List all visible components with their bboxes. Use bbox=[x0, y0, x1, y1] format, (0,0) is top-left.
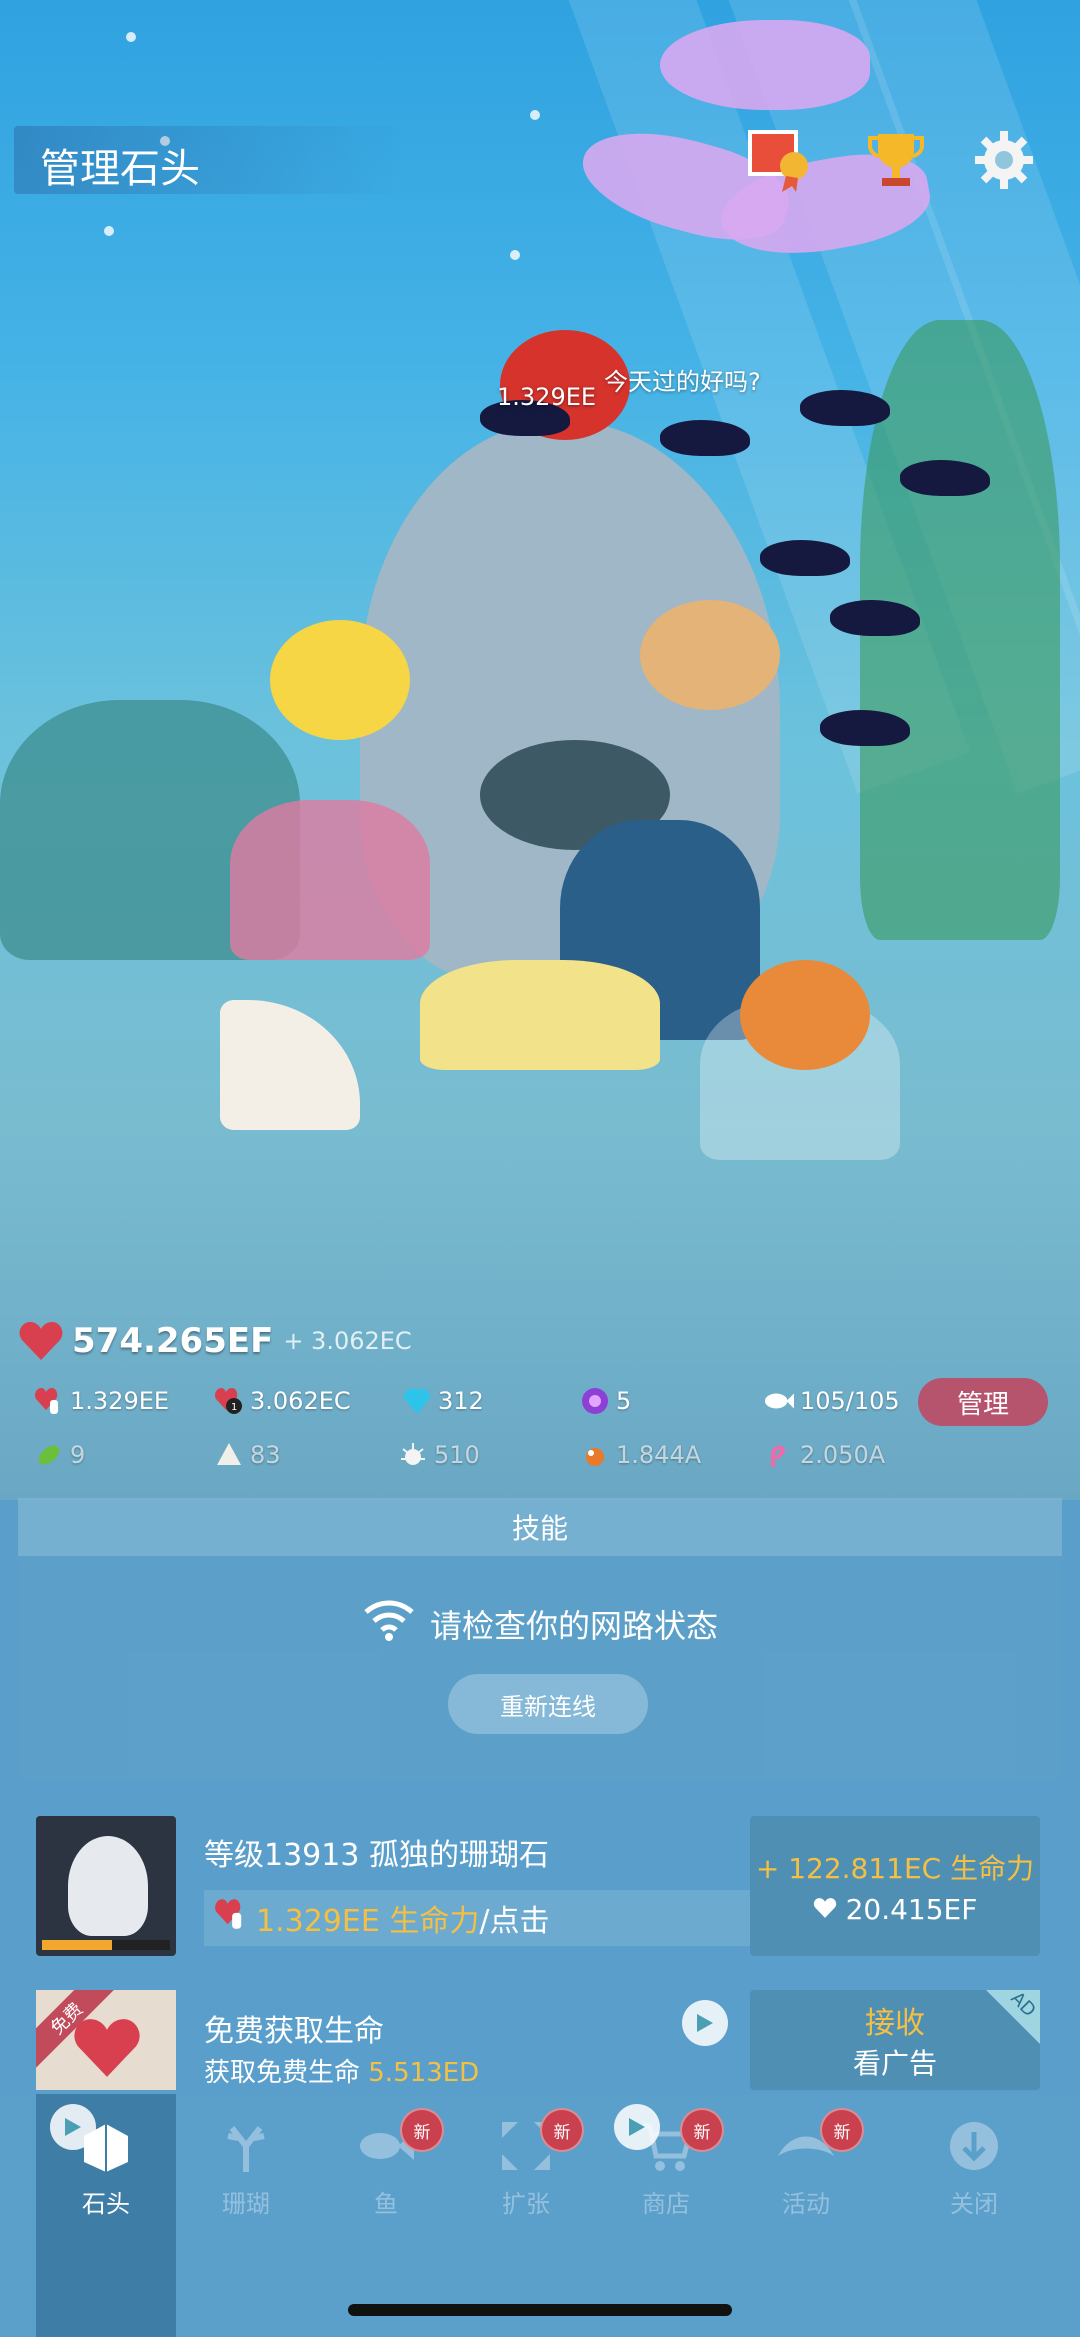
orca-fish bbox=[660, 420, 750, 456]
floating-tap-value: 1.329EE bbox=[497, 383, 597, 411]
shell-icon bbox=[214, 1440, 244, 1470]
free-life-subtitle: 获取免费生命 5.513ED bbox=[204, 2058, 480, 2088]
heart-tap-icon bbox=[34, 1386, 64, 1416]
vitality-total: 574.265EF + 3.062EC bbox=[18, 1320, 412, 1362]
urchin-icon bbox=[398, 1440, 428, 1470]
whale-decoration bbox=[660, 20, 870, 110]
header-bar: 管理石头 bbox=[14, 126, 404, 194]
diamond-icon bbox=[402, 1386, 432, 1416]
orca-fish bbox=[820, 710, 910, 746]
stats-row-secondary: 9 83 510 1.844A 2.050A bbox=[0, 1436, 1080, 1480]
watch-ad-button[interactable]: 接收 看广告 AD bbox=[750, 1988, 1040, 2090]
fish-photo-badge-icon[interactable] bbox=[744, 124, 816, 196]
rock-upgrade-card: 等级13913 孤独的珊瑚石 1.329EE 生命力/点击 + 122.811E… bbox=[36, 1816, 1044, 1958]
vitality-rate: + 3.062EC bbox=[283, 1327, 412, 1355]
new-badge: 新 bbox=[400, 2108, 444, 2152]
manage-fish-button[interactable]: 管理 bbox=[918, 1378, 1048, 1426]
flamingo-stat: 2.050A bbox=[764, 1440, 885, 1470]
new-badge: 新 bbox=[680, 2108, 724, 2152]
orca-fish bbox=[830, 600, 920, 636]
wifi-icon bbox=[362, 1598, 416, 1650]
close-down-icon bbox=[942, 2114, 1006, 2178]
fish-count-stat: 105/105 bbox=[764, 1386, 900, 1416]
urchin-stat: 510 bbox=[398, 1440, 480, 1470]
level-progress-bar bbox=[42, 1940, 170, 1950]
upgrade-gain: + 122.811EC 生命力 bbox=[755, 1851, 1035, 1885]
rock-level-title: 等级13913 孤独的珊瑚石 bbox=[204, 1838, 549, 1873]
gem-stat: 312 bbox=[402, 1386, 484, 1416]
nav-item-coral[interactable]: 珊瑚 bbox=[186, 2114, 306, 2234]
tap-vitality-stat: 1.329EE bbox=[34, 1386, 169, 1416]
upgrade-rock-button[interactable]: + 122.811EC 生命力 20.415EF bbox=[750, 1816, 1040, 1956]
crab-stat: 1.844A bbox=[580, 1440, 701, 1470]
rock-avatar bbox=[36, 1816, 176, 1956]
play-video-icon[interactable] bbox=[50, 2104, 96, 2150]
seaweed-stat: 9 bbox=[34, 1440, 85, 1470]
skill-panel: 技能 请检查你的网路状态 重新连线 bbox=[18, 1498, 1062, 1780]
purple-orb-icon bbox=[580, 1386, 610, 1416]
pineapple-decoration bbox=[740, 960, 870, 1070]
skill-tab[interactable]: 技能 bbox=[18, 1498, 1062, 1556]
flower-decoration bbox=[270, 620, 410, 740]
shell-stat: 83 bbox=[214, 1440, 281, 1470]
coral-cluster bbox=[230, 800, 430, 960]
vitality-total-value: 574.265EF bbox=[72, 1321, 274, 1361]
free-life-thumbnail: 免费 bbox=[36, 1990, 176, 2090]
orca-fish bbox=[900, 460, 990, 496]
sailboat-decoration bbox=[220, 1000, 360, 1130]
seaweed-icon bbox=[34, 1440, 64, 1470]
rock-tap-vitality: 1.329EE 生命力/点击 bbox=[204, 1890, 774, 1946]
svg-text:1: 1 bbox=[231, 1402, 237, 1413]
gear-icon[interactable] bbox=[968, 124, 1040, 196]
fish-icon bbox=[764, 1386, 794, 1416]
home-indicator[interactable] bbox=[348, 2304, 732, 2316]
play-video-icon[interactable] bbox=[614, 2104, 660, 2150]
heart-icon bbox=[19, 1322, 63, 1360]
play-video-icon[interactable] bbox=[682, 2000, 728, 2046]
heart-icon bbox=[74, 2019, 140, 2077]
free-life-card: 免费 免费获取生命 获取免费生命 5.513ED 接收 看广告 AD bbox=[36, 1988, 1044, 2090]
heart-tap-icon bbox=[214, 1897, 248, 1939]
per-second-stat: 1 3.062EC bbox=[214, 1386, 351, 1416]
network-status-text: 请检查你的网路状态 bbox=[429, 1607, 718, 1645]
orca-fish bbox=[800, 390, 890, 426]
new-badge: 新 bbox=[540, 2108, 584, 2152]
bottom-nav: 石头 珊瑚 鱼 新 扩张 新 商店 新 活动 新 关闭 bbox=[0, 2094, 1080, 2337]
free-life-title: 免费获取生命 bbox=[204, 2014, 384, 2049]
heart-clock-icon: 1 bbox=[214, 1386, 244, 1416]
coral-icon bbox=[214, 2114, 278, 2178]
fish-speech-bubble: 今天过的好吗? bbox=[604, 368, 761, 396]
new-badge: 新 bbox=[820, 2108, 864, 2152]
page-title: 管理石头 bbox=[40, 146, 200, 192]
crab-icon bbox=[580, 1440, 610, 1470]
ukulele-decoration bbox=[640, 600, 780, 710]
upgrade-cost: 20.415EF bbox=[813, 1893, 977, 1926]
nav-item-close[interactable]: 关闭 bbox=[914, 2114, 1034, 2234]
aquarium-scene[interactable]: 今天过的好吗? 1.329EE bbox=[0, 0, 1080, 1500]
trophy-icon[interactable] bbox=[860, 124, 932, 196]
reconnect-button[interactable]: 重新连线 bbox=[448, 1674, 648, 1734]
orb-stat: 5 bbox=[580, 1386, 631, 1416]
orca-fish bbox=[760, 540, 850, 576]
flamingo-icon bbox=[764, 1440, 794, 1470]
network-status-message: 请检查你的网路状态 bbox=[18, 1598, 1062, 1650]
coral-cluster bbox=[420, 960, 660, 1070]
heart-icon bbox=[813, 1897, 836, 1918]
